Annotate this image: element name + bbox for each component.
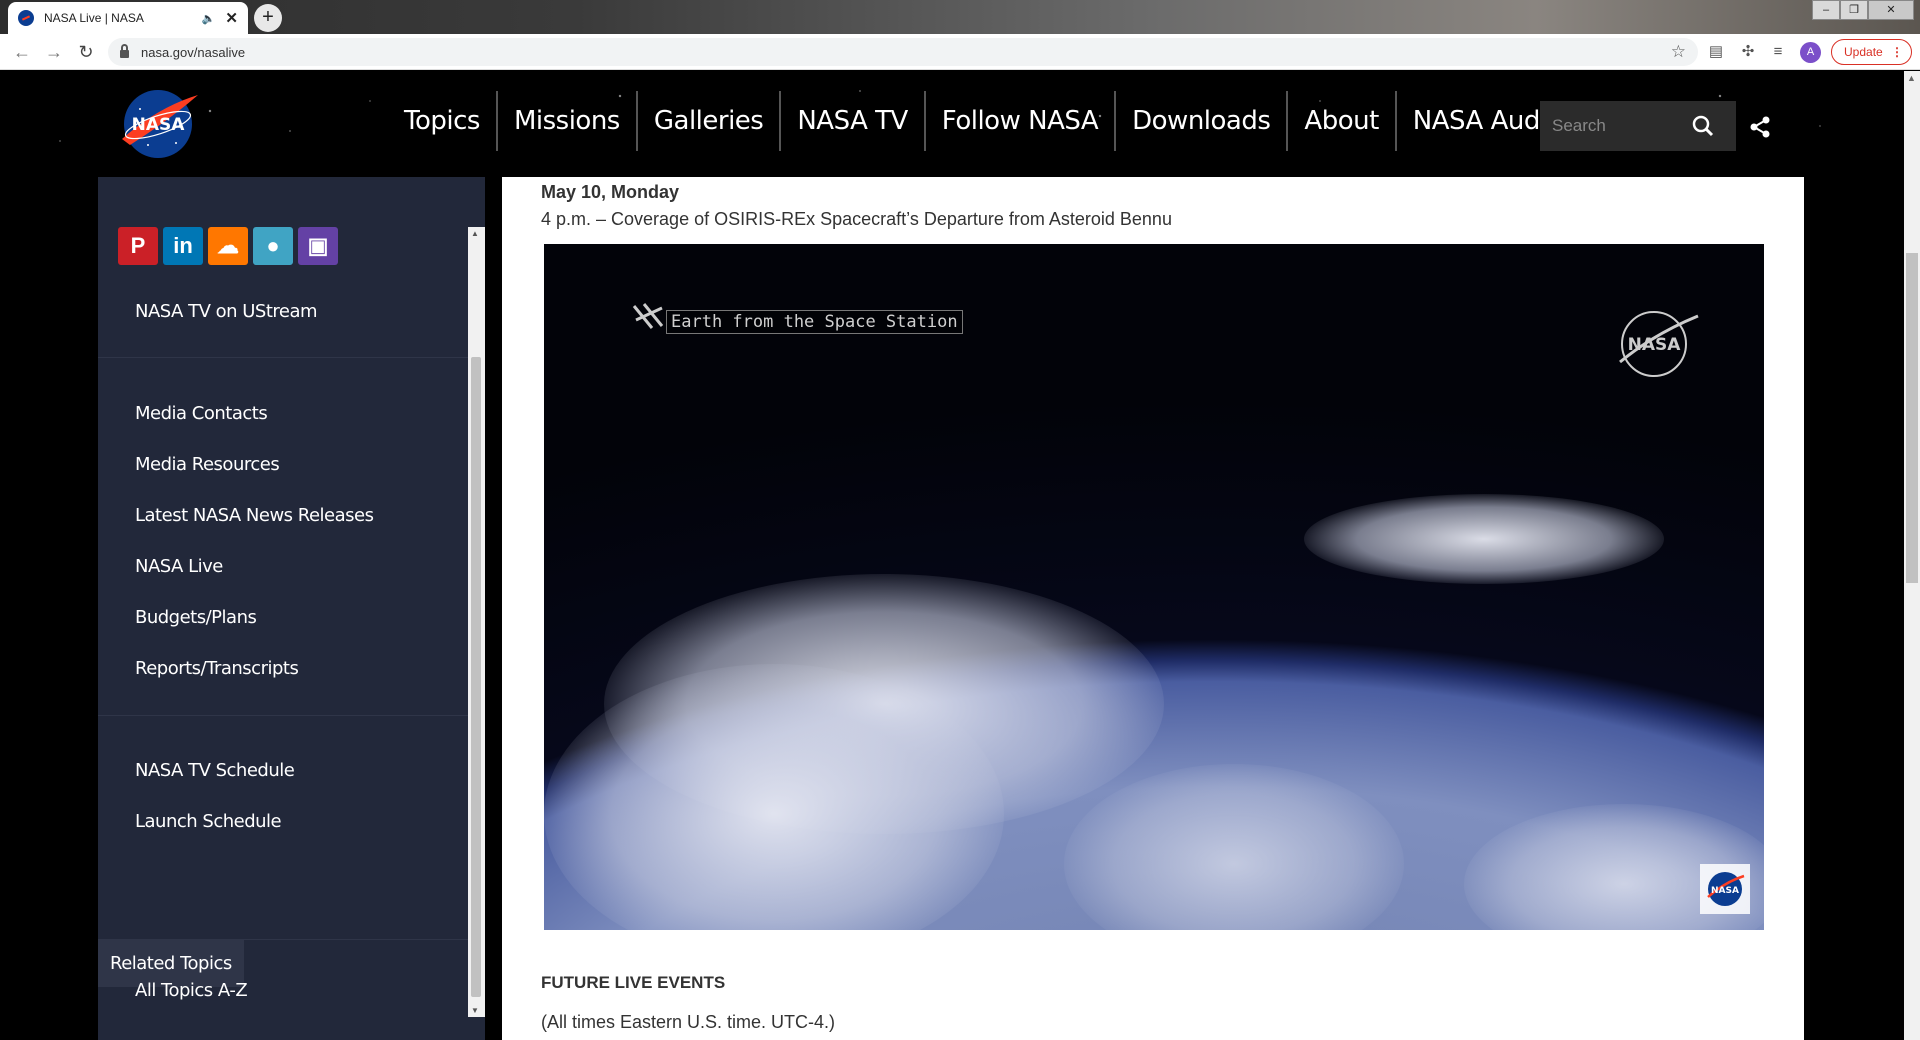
nav-downloads[interactable]: Downloads: [1114, 91, 1286, 151]
cloud-shape: [1304, 494, 1664, 584]
sidebar-item-media-contacts[interactable]: Media Contacts: [135, 403, 268, 424]
url-text[interactable]: nasa.gov/nasalive: [141, 45, 1671, 60]
twitch-icon[interactable]: ▣: [298, 227, 338, 265]
profile-avatar[interactable]: A: [1800, 42, 1821, 63]
nav-topics[interactable]: Topics: [390, 91, 496, 151]
timezone-note: (All times Eastern U.S. time. UTC-4.): [541, 1012, 836, 1032]
svg-text:NASA: NASA: [1711, 886, 1739, 896]
search-box: [1540, 101, 1736, 151]
nasa-logo-icon[interactable]: NASA: [118, 87, 200, 159]
sidebar-item-media-resources[interactable]: Media Resources: [135, 454, 280, 475]
sidebar-item-budgets[interactable]: Budgets/Plans: [135, 607, 257, 628]
forward-arrow-icon[interactable]: →: [42, 40, 66, 64]
nav-follow-nasa[interactable]: Follow NASA: [923, 91, 1114, 151]
event-description: 4 p.m. – Coverage of OSIRIS-REx Spacecra…: [541, 209, 1172, 229]
close-window-button[interactable]: ✕: [1868, 0, 1914, 20]
nasa-page: NASA Topics Missions Galleries NASA TV F…: [0, 71, 1904, 1040]
scroll-down-arrow-icon[interactable]: ▼: [471, 1006, 479, 1015]
nav-nasa-tv[interactable]: NASA TV: [779, 91, 923, 151]
video-caption: Earth from the Space Station: [666, 310, 963, 334]
nasa-watermark-icon: NASA: [1619, 311, 1699, 377]
sidebar-item-tv-schedule[interactable]: NASA TV Schedule: [135, 760, 295, 781]
sidebar-item-all-topics[interactable]: All Topics A-Z: [135, 980, 248, 1001]
periscope-icon[interactable]: ●: [253, 227, 293, 265]
lock-icon: [120, 44, 129, 58]
nav-about[interactable]: About: [1286, 91, 1394, 151]
browser-tab[interactable]: NASA Live | NASA 🔈 ✕: [8, 2, 248, 34]
media-controls-icon[interactable]: ≡: [1768, 42, 1788, 62]
tab-title: NASA Live | NASA: [44, 11, 144, 25]
iss-icon: [632, 303, 664, 329]
sidebar-item-news-releases[interactable]: Latest NASA News Releases: [135, 505, 374, 526]
main-content: May 10, Monday 4 p.m. – Coverage of OSIR…: [502, 177, 1804, 1040]
browser-tabstrip: NASA Live | NASA 🔈 ✕ + – ❐ ✕: [0, 0, 1920, 34]
update-label: Update: [1844, 45, 1883, 59]
minimize-button[interactable]: –: [1812, 0, 1840, 20]
live-video-player[interactable]: Earth from the Space Station NASA NASA: [544, 244, 1764, 930]
sidebar-divider: [98, 357, 468, 358]
restore-button[interactable]: ❐: [1840, 0, 1868, 20]
sidebar-divider: [98, 715, 468, 716]
svg-text:NASA: NASA: [132, 115, 186, 135]
main-nav: Topics Missions Galleries NASA TV Follow…: [390, 91, 1636, 151]
sidebar-item-reports[interactable]: Reports/Transcripts: [135, 658, 299, 679]
search-icon[interactable]: [1692, 115, 1714, 137]
update-button[interactable]: Update ⋮: [1831, 39, 1912, 65]
sidebar-item-ustream[interactable]: NASA TV on UStream: [135, 301, 318, 322]
sidebar-scroll-thumb[interactable]: [471, 357, 481, 997]
close-tab-icon[interactable]: ✕: [225, 9, 238, 27]
speaker-icon[interactable]: 🔈: [202, 12, 216, 25]
nasa-badge-icon: NASA: [1707, 872, 1745, 906]
browser-toolbar: ← → ↻ nasa.gov/nasalive ☆ ▤ ✣ ≡ A Update…: [0, 34, 1920, 70]
tab-search-icon[interactable]: ▤: [1706, 42, 1726, 62]
event-date-heading: May 10, Monday: [541, 182, 680, 202]
sidebar-item-launch-schedule[interactable]: Launch Schedule: [135, 811, 282, 832]
social-icons: P in ☁ ● ▣: [118, 227, 338, 265]
extensions-puzzle-icon[interactable]: ✣: [1738, 42, 1758, 62]
reload-icon[interactable]: ↻: [74, 40, 98, 64]
menu-dots-icon: ⋮: [1891, 45, 1903, 59]
cloud-shape: [1064, 764, 1404, 930]
search-input[interactable]: [1552, 116, 1692, 136]
nav-missions[interactable]: Missions: [495, 91, 636, 151]
pinterest-icon[interactable]: P: [118, 227, 158, 265]
nasa-badge: NASA: [1700, 864, 1750, 914]
bookmark-star-icon[interactable]: ☆: [1671, 42, 1686, 62]
page-scroll-thumb[interactable]: [1906, 253, 1918, 583]
nasa-favicon-icon: [18, 10, 34, 26]
linkedin-icon[interactable]: in: [163, 227, 203, 265]
address-bar[interactable]: nasa.gov/nasalive ☆: [108, 38, 1698, 66]
page-scroll-up-icon[interactable]: ▲: [1907, 73, 1916, 83]
back-arrow-icon[interactable]: ←: [10, 40, 34, 64]
sidebar-item-nasa-live[interactable]: NASA Live: [135, 556, 223, 577]
page-scrollbar[interactable]: ▲: [1904, 71, 1920, 1040]
svg-text:NASA: NASA: [1628, 335, 1682, 355]
sidebar: P in ☁ ● ▣ NASA TV on UStream Media Cont…: [98, 177, 485, 1040]
soundcloud-icon[interactable]: ☁: [208, 227, 248, 265]
future-events-heading: FUTURE LIVE EVENTS: [541, 973, 726, 992]
nav-galleries[interactable]: Galleries: [635, 91, 779, 151]
new-tab-button[interactable]: +: [254, 4, 282, 32]
sidebar-scrollbar[interactable]: ▲ ▼: [468, 227, 485, 1017]
share-icon[interactable]: [1748, 115, 1772, 139]
scroll-up-arrow-icon[interactable]: ▲: [471, 229, 479, 238]
